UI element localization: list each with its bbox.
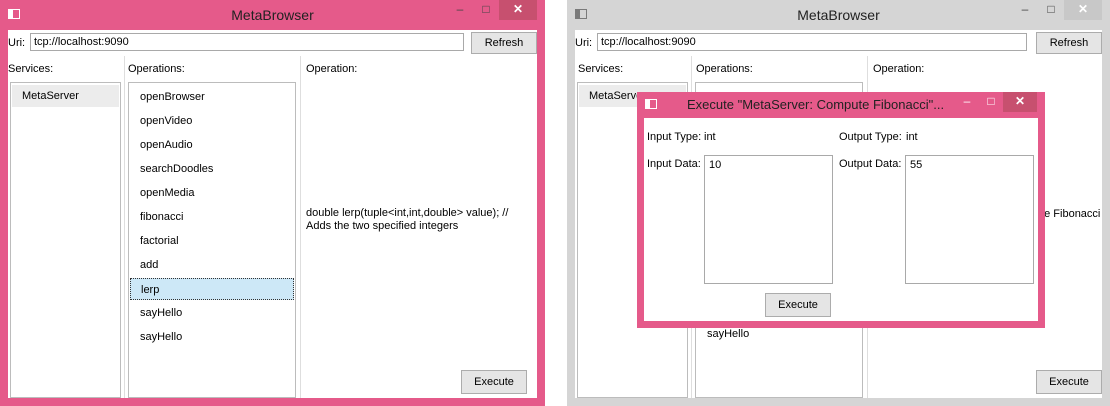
execute-dialog: Execute "MetaServer: Compute Fibonacci".… bbox=[637, 92, 1045, 328]
close-icon[interactable]: ✕ bbox=[1003, 92, 1037, 112]
operations-pane: Operations: openBrowser openVideo openAu… bbox=[125, 58, 298, 398]
maximize-icon[interactable]: □ bbox=[979, 92, 1003, 112]
list-item[interactable]: openVideo bbox=[130, 110, 294, 132]
services-list[interactable]: MetaServer bbox=[10, 82, 121, 398]
window-client: Uri: tcp://localhost:9090 Refresh Servic… bbox=[8, 30, 537, 398]
list-item[interactable]: sayHello bbox=[130, 326, 294, 348]
operation-header: Operation: bbox=[873, 63, 925, 75]
close-icon[interactable]: ✕ bbox=[1064, 0, 1102, 20]
output-data-field[interactable]: 55 bbox=[905, 155, 1034, 284]
operations-header: Operations: bbox=[696, 63, 753, 75]
divider bbox=[300, 56, 301, 398]
input-type-value: int bbox=[704, 131, 716, 143]
input-data-label: Input Data: bbox=[647, 158, 701, 170]
dialog-client: Input Type: int Output Type: int Input D… bbox=[644, 118, 1038, 321]
list-item[interactable]: searchDoodles bbox=[130, 158, 294, 180]
list-item[interactable]: sayHello bbox=[130, 302, 294, 324]
operation-description: he Fibonacci bbox=[1038, 208, 1101, 220]
refresh-button[interactable]: Refresh bbox=[1036, 32, 1102, 54]
execute-button[interactable]: Execute bbox=[1036, 370, 1102, 394]
output-type-label: Output Type: bbox=[839, 131, 902, 143]
close-icon[interactable]: ✕ bbox=[499, 0, 537, 20]
list-item[interactable]: openMedia bbox=[130, 182, 294, 204]
dialog-execute-button[interactable]: Execute bbox=[765, 293, 831, 317]
uri-label: Uri: bbox=[8, 37, 26, 49]
maximize-icon[interactable]: □ bbox=[473, 0, 499, 20]
uri-label: Uri: bbox=[575, 37, 593, 49]
operation-description: double lerp(tuple<int,int,double> value)… bbox=[306, 207, 509, 232]
maximize-icon[interactable]: □ bbox=[1038, 0, 1064, 20]
app-icon[interactable] bbox=[645, 99, 657, 109]
input-data-field[interactable]: 10 bbox=[704, 155, 833, 284]
minimize-icon[interactable]: – bbox=[447, 0, 473, 20]
input-type-label: Input Type: bbox=[647, 131, 702, 143]
title-bar[interactable]: MetaBrowser – □ ✕ bbox=[0, 0, 545, 30]
services-pane: Services: MetaServer bbox=[8, 58, 122, 398]
operations-list[interactable]: openBrowser openVideo openAudio searchDo… bbox=[128, 82, 296, 398]
list-item[interactable]: openBrowser bbox=[130, 86, 294, 108]
title-bar[interactable]: MetaBrowser – □ ✕ bbox=[567, 0, 1110, 30]
uri-input[interactable]: tcp://localhost:9090 bbox=[597, 33, 1027, 51]
list-item[interactable]: openAudio bbox=[130, 134, 294, 156]
services-header: Services: bbox=[578, 63, 624, 75]
execute-button[interactable]: Execute bbox=[461, 370, 527, 394]
output-data-label: Output Data: bbox=[839, 158, 902, 170]
operation-header: Operation: bbox=[306, 63, 358, 75]
list-item[interactable]: fibonacci bbox=[130, 206, 294, 228]
uri-input[interactable]: tcp://localhost:9090 bbox=[30, 33, 464, 51]
services-header: Services: bbox=[8, 63, 54, 75]
refresh-button[interactable]: Refresh bbox=[471, 32, 537, 54]
minimize-icon[interactable]: – bbox=[1012, 0, 1038, 20]
list-item[interactable]: MetaServer bbox=[12, 85, 119, 107]
minimize-icon[interactable]: – bbox=[955, 92, 979, 112]
output-type-value: int bbox=[906, 131, 918, 143]
list-item[interactable]: add bbox=[130, 254, 294, 276]
left-window: MetaBrowser – □ ✕ Uri: tcp://localhost:9… bbox=[0, 0, 545, 406]
list-item-selected[interactable]: lerp bbox=[130, 278, 294, 300]
operations-header: Operations: bbox=[128, 63, 185, 75]
list-item[interactable]: factorial bbox=[130, 230, 294, 252]
dialog-title-bar[interactable]: Execute "MetaServer: Compute Fibonacci".… bbox=[637, 92, 1045, 118]
